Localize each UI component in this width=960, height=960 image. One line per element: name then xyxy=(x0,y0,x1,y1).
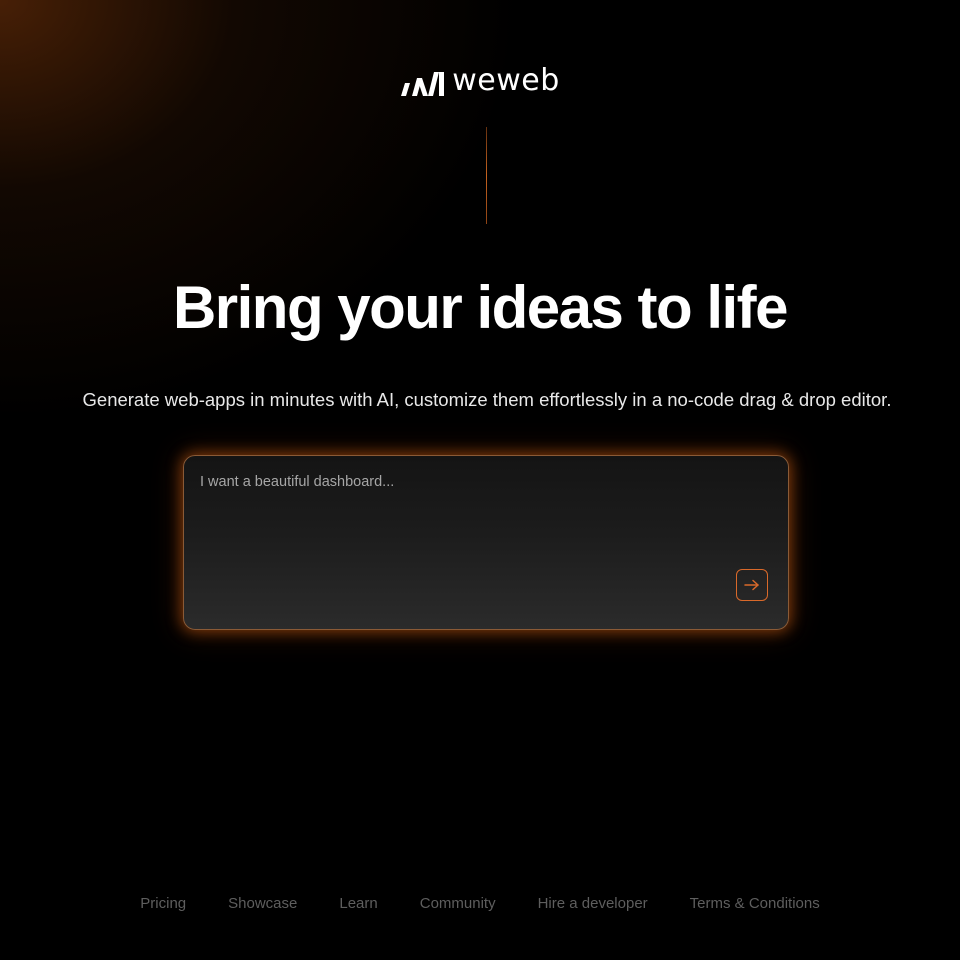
footer-link-showcase[interactable]: Showcase xyxy=(228,894,297,914)
footer-link-terms[interactable]: Terms & Conditions xyxy=(690,894,820,914)
page-title: Bring your ideas to life xyxy=(172,274,789,341)
submit-button[interactable] xyxy=(736,569,768,601)
prompt-input[interactable] xyxy=(200,474,720,604)
footer-link-community[interactable]: Community xyxy=(420,894,496,914)
prompt-box xyxy=(183,455,789,630)
page-subtitle: Generate web-apps in minutes with AI, cu… xyxy=(82,389,892,410)
footer-link-hire-developer[interactable]: Hire a developer xyxy=(538,894,648,914)
footer-link-pricing[interactable]: Pricing xyxy=(140,894,186,914)
divider-line xyxy=(486,127,487,224)
footer-link-learn[interactable]: Learn xyxy=(339,894,377,914)
brand-logo[interactable]: weweb xyxy=(0,66,960,100)
weweb-logo-icon xyxy=(401,72,445,96)
footer-nav: Pricing Showcase Learn Community Hire a … xyxy=(0,894,960,914)
arrow-right-icon xyxy=(744,579,759,591)
brand-name: weweb xyxy=(452,63,560,98)
